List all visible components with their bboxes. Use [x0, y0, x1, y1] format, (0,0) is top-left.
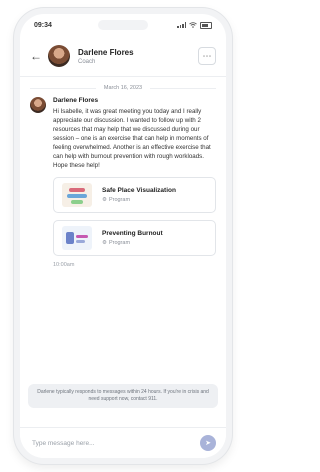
more-options-button[interactable]: ⋯: [198, 47, 216, 65]
phone-notch: [98, 20, 148, 30]
message-sender: Darlene Flores: [53, 97, 99, 104]
card-type-label: Program: [108, 197, 131, 203]
app-screen: 09:34 ← Darlene Flores Coach ⋯ March 16,…: [20, 14, 226, 458]
send-button[interactable]: ➤: [200, 435, 216, 451]
sender-avatar: [30, 97, 46, 113]
message-text: Hi Isabelle, it was great meeting you to…: [53, 108, 211, 169]
send-icon: ➤: [205, 440, 211, 447]
message-composer: ➤: [20, 427, 226, 458]
battery-icon: [200, 21, 212, 29]
back-arrow-icon[interactable]: ←: [30, 49, 44, 63]
divider-line: [150, 87, 216, 89]
card-type: ⚙ Program: [102, 197, 176, 203]
status-icons: [177, 21, 212, 29]
response-notice: Darlene typically responds to messages w…: [28, 384, 218, 408]
coach-info: Darlene Flores Coach: [78, 48, 198, 65]
coach-avatar[interactable]: [48, 45, 70, 67]
message-body: Darlene Flores Hi Isabelle, it was great…: [53, 97, 216, 256]
card-text: Safe Place Visualization ⚙ Program: [102, 187, 176, 203]
card-text: Preventing Burnout ⚙ Program: [102, 230, 163, 246]
chat-message: Darlene Flores Hi Isabelle, it was great…: [20, 97, 226, 256]
more-icon: ⋯: [202, 50, 212, 61]
safe-place-thumbnail: [62, 183, 92, 207]
wifi-icon: [189, 22, 197, 28]
status-time: 09:34: [34, 21, 52, 29]
message-input[interactable]: [30, 438, 200, 448]
chat-date: March 16, 2023: [103, 85, 143, 91]
signal-icon: [177, 22, 186, 28]
program-icon: ⚙: [102, 197, 107, 203]
program-icon: ⚙: [102, 240, 107, 246]
card-title: Preventing Burnout: [102, 230, 163, 237]
burnout-thumbnail: [62, 226, 92, 250]
resource-card-preventing-burnout[interactable]: Preventing Burnout ⚙ Program: [53, 220, 216, 256]
resource-card-safe-place[interactable]: Safe Place Visualization ⚙ Program: [53, 177, 216, 213]
card-title: Safe Place Visualization: [102, 187, 176, 194]
chat-header: ← Darlene Flores Coach ⋯: [20, 36, 226, 77]
card-type-label: Program: [108, 240, 131, 246]
card-type: ⚙ Program: [102, 240, 163, 246]
coach-name: Darlene Flores: [78, 47, 134, 57]
divider-line: [30, 87, 96, 89]
message-time: 10:00am: [53, 262, 75, 268]
coach-role: Coach: [78, 58, 96, 65]
phone-frame: 09:34 ← Darlene Flores Coach ⋯ March 16,…: [14, 8, 232, 464]
date-divider: March 16, 2023: [30, 85, 216, 91]
